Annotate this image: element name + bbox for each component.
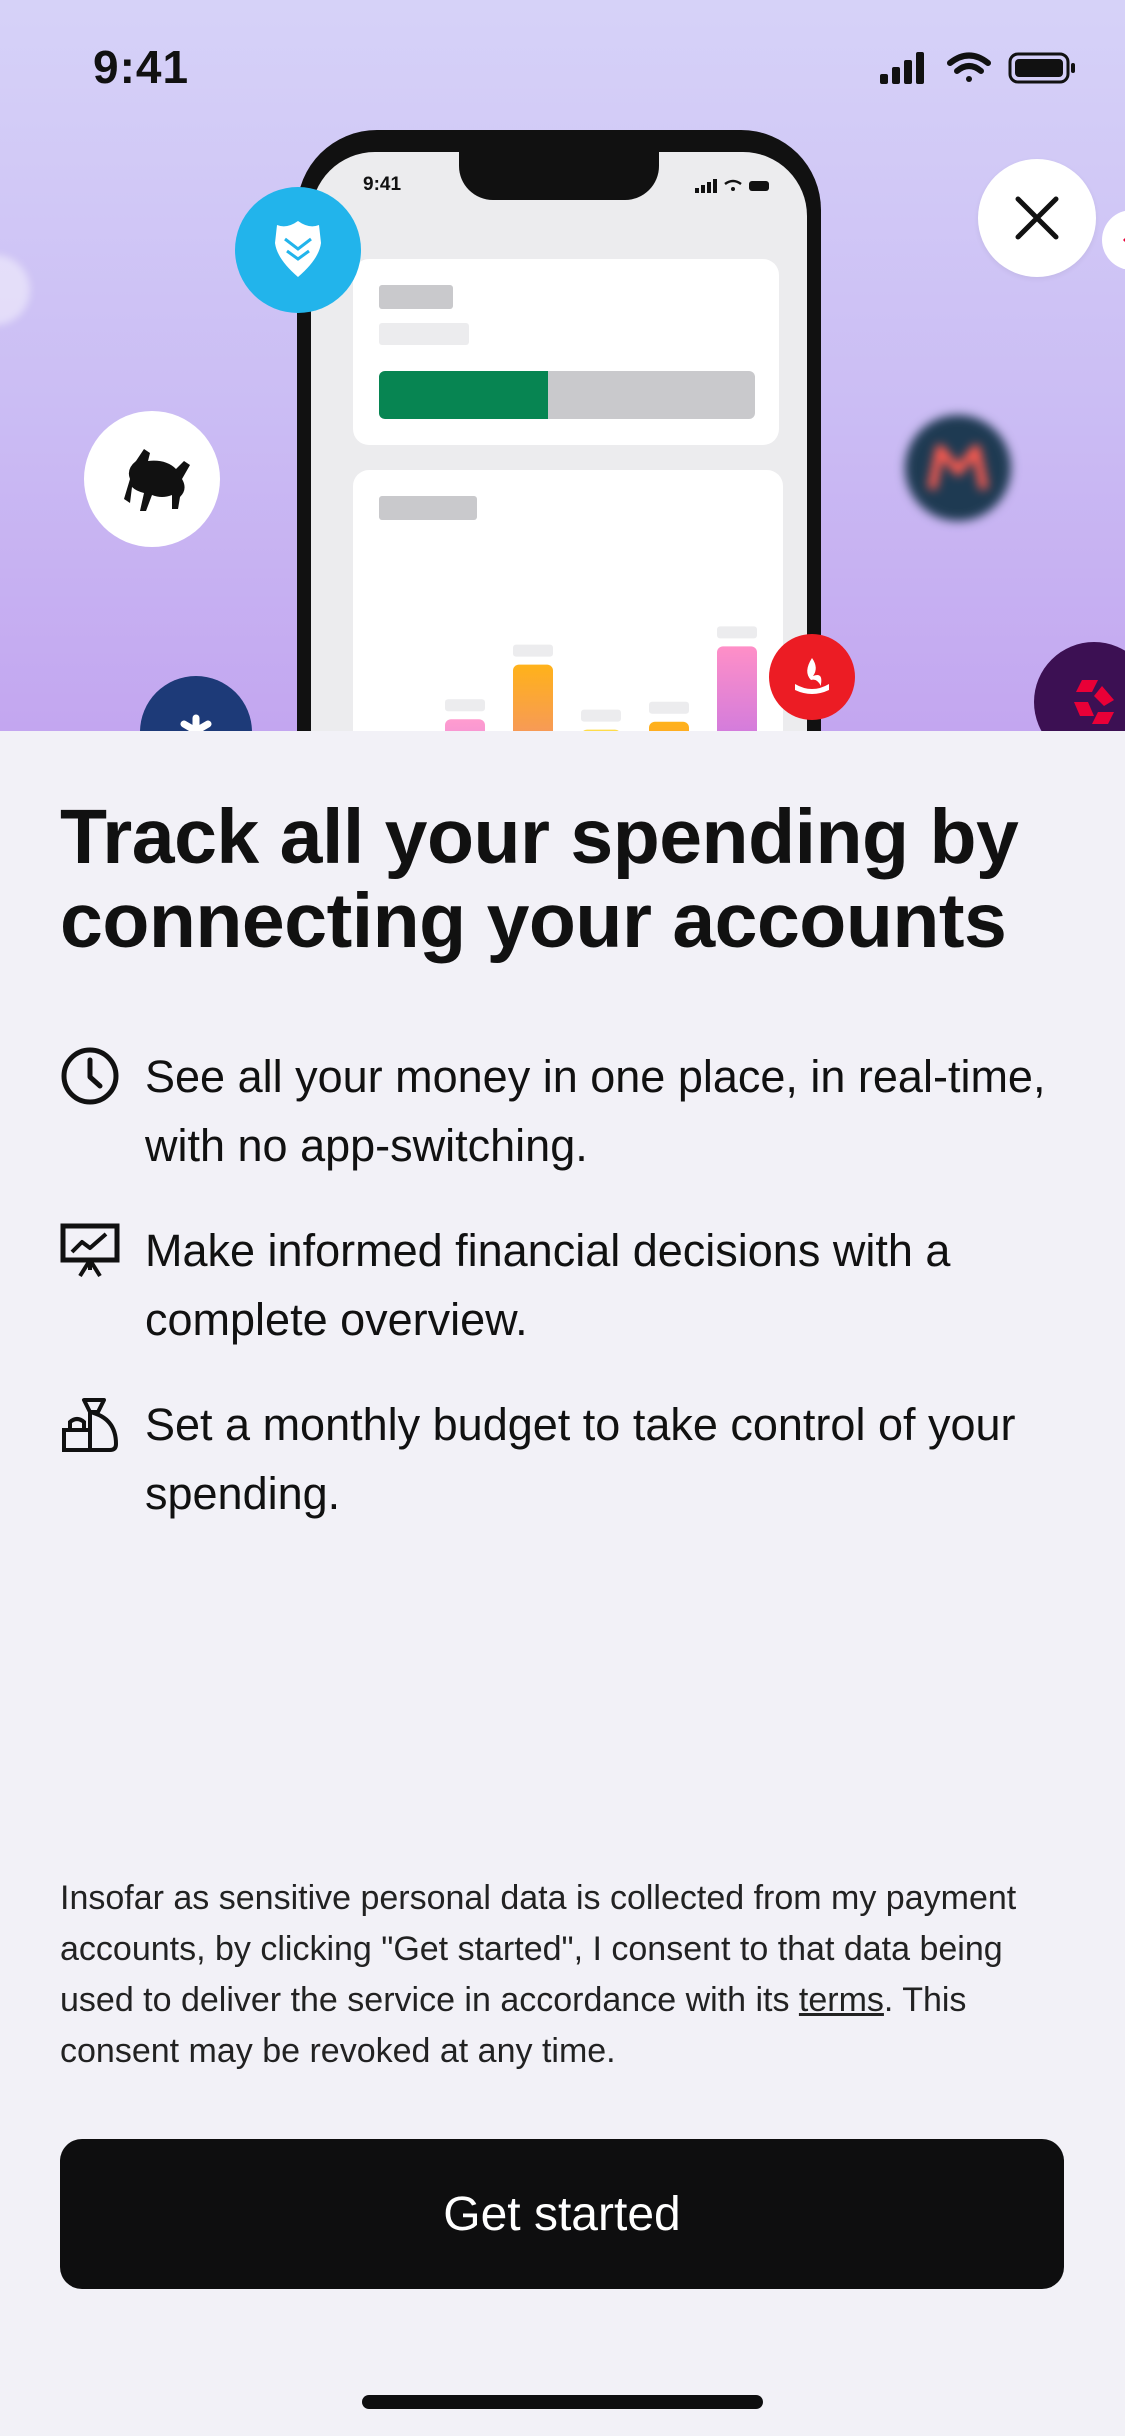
mockup-status-icons (695, 179, 769, 193)
consent-text: Insofar as sensitive personal data is co… (60, 1873, 1070, 2077)
placeholder-line (379, 323, 469, 345)
mockup-bar (717, 646, 757, 731)
mockup-bar (513, 664, 553, 731)
phone-notch (459, 152, 659, 200)
mockup-bar-chart (445, 626, 757, 731)
mockup-bar (583, 729, 619, 731)
feature-text: Set a monthly budget to take control of … (145, 1399, 1016, 1519)
mockup-summary-card (353, 259, 779, 445)
close-icon (1015, 196, 1059, 240)
hero-illustration: 9:41 9:41 (0, 0, 1125, 731)
feature-item-budget: Set a monthly budget to take control of … (60, 1390, 1060, 1530)
mockup-bar-cap (581, 709, 621, 722)
mockup-bar (649, 721, 689, 731)
placeholder-line (379, 285, 453, 309)
mockup-chart-card (353, 470, 783, 731)
bank-logo-partial-bottom (140, 676, 252, 731)
cellular-signal-icon (880, 52, 924, 84)
monzo-logo (905, 415, 1011, 521)
mockup-progress-track (379, 371, 755, 419)
barclays-logo (235, 187, 361, 313)
feature-text: Make informed financial decisions with a… (145, 1225, 951, 1345)
close-button[interactable] (978, 159, 1096, 277)
presentation-chart-icon (60, 1223, 120, 1278)
home-indicator (362, 2395, 763, 2409)
mockup-bar-cap (513, 644, 553, 657)
mockup-time: 9:41 (363, 174, 402, 195)
wifi-icon (947, 52, 991, 82)
natwest-logo (1034, 642, 1125, 731)
feature-item-realtime: See all your money in one place, in real… (60, 1042, 1060, 1182)
status-time: 9:41 (93, 41, 190, 93)
terms-link[interactable]: terms (799, 1981, 884, 2019)
feature-text: See all your money in one place, in real… (145, 1051, 1046, 1171)
santander-logo (769, 634, 855, 720)
page-title: Track all your spending by connecting yo… (60, 794, 1019, 964)
status-icons (878, 48, 1078, 93)
mockup-bar (445, 719, 485, 731)
phone-mockup: 9:41 (297, 130, 821, 731)
lloyds-logo (84, 411, 220, 547)
mockup-bar-cap (717, 626, 757, 639)
mockup-bar-cap (445, 699, 485, 712)
feature-item-overview: Make informed financial decisions with a… (60, 1216, 1060, 1356)
money-bag-icon (62, 1398, 118, 1452)
mockup-progress-fill (379, 371, 549, 419)
mockup-bar-cap (649, 701, 689, 714)
bank-logo-partial-right (1102, 210, 1125, 270)
get-started-button[interactable]: Get started (60, 2139, 1064, 2289)
battery-icon (1008, 52, 1075, 84)
bank-logo-partial-left (0, 255, 30, 325)
clock-icon (61, 1047, 119, 1105)
phone-screen: 9:41 (311, 152, 807, 731)
